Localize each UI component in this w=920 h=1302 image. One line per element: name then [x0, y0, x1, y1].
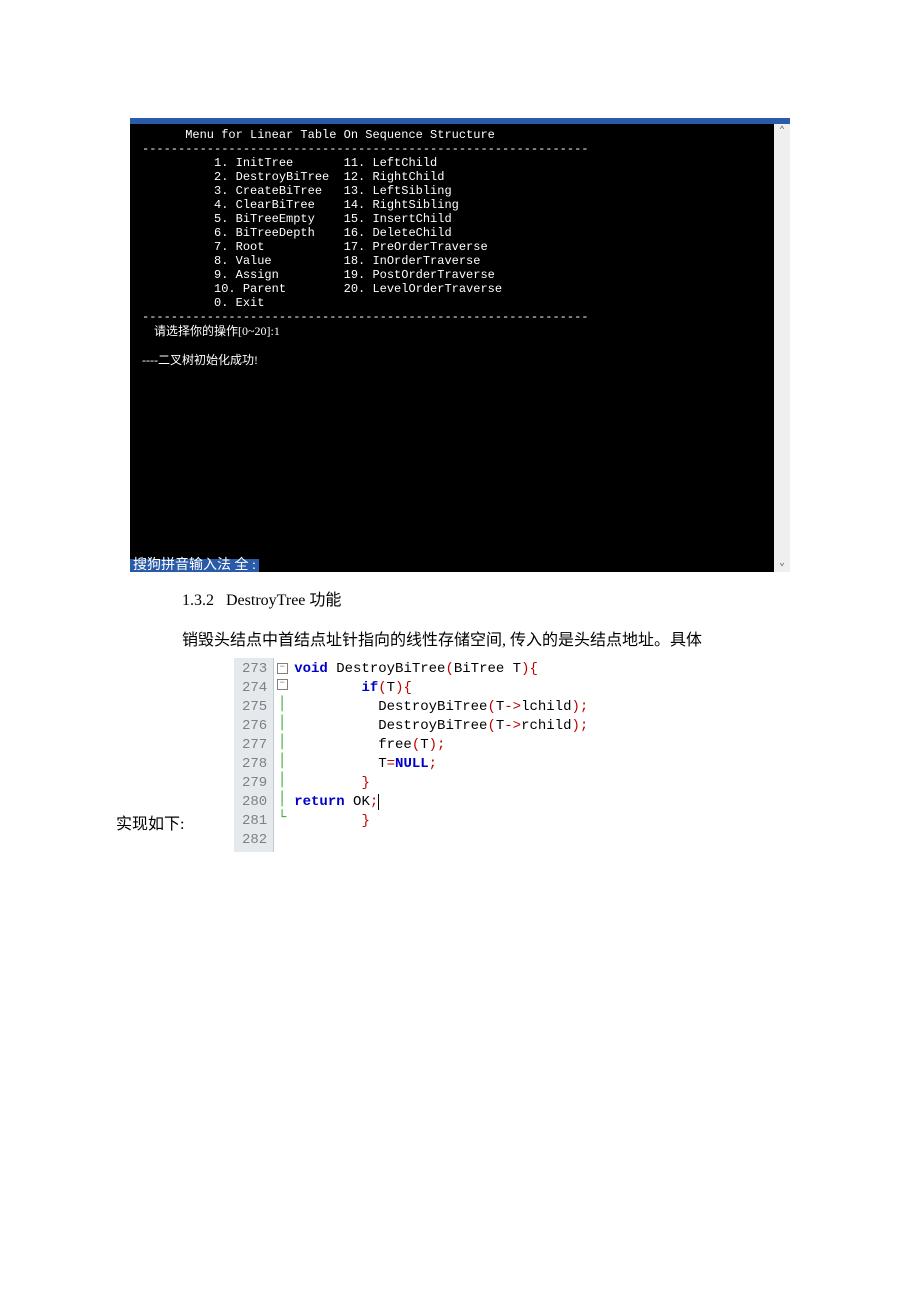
- code-line: DestroyBiTree(T->lchild);: [294, 698, 588, 717]
- line-no: 281: [242, 812, 267, 831]
- impl-label: 实现如下:: [116, 810, 184, 834]
- section-number: 1.3.2: [182, 592, 214, 609]
- ime-bar[interactable]: 搜狗拼音输入法 全 :: [130, 559, 259, 572]
- scroll-up-icon[interactable]: ⌃: [774, 124, 790, 140]
- code-body: void DestroyBiTree(BiTree T){ if(T){ Des…: [290, 658, 592, 852]
- fold-bar: │: [274, 752, 290, 771]
- fold-bar: │: [274, 771, 290, 790]
- code-gutter: 273274275276277278279280281282: [234, 658, 274, 852]
- code-line: free(T);: [294, 736, 588, 755]
- line-no: 279: [242, 774, 267, 793]
- fold-bar: │: [274, 733, 290, 752]
- prompt-line: 请选择你的操作[0~20]:1: [142, 324, 280, 338]
- fold-end-icon: └: [274, 809, 290, 828]
- code-line: if(T){: [294, 679, 588, 698]
- console-window: ⌃ ⌄ Menu for Linear Table On Sequence St…: [130, 118, 790, 572]
- line-no: 273: [242, 660, 267, 679]
- line-no: 276: [242, 717, 267, 736]
- result-line: ----二叉树初始化成功!: [142, 353, 258, 367]
- paragraph: 销毁头结点中首结点址针指向的线性存储空间, 传入的是头结点地址。具体: [182, 628, 790, 654]
- code-line: }: [294, 812, 588, 831]
- console-titlebar: [130, 118, 790, 124]
- line-no: 278: [242, 755, 267, 774]
- line-no: 280: [242, 793, 267, 812]
- scrollbar[interactable]: ⌃ ⌄: [774, 124, 790, 572]
- fold-bar: │: [274, 714, 290, 733]
- fold-minus-icon[interactable]: −: [277, 663, 288, 674]
- line-no: 275: [242, 698, 267, 717]
- fold-bar: │: [274, 790, 290, 809]
- console-content: Menu for Linear Table On Sequence Struct…: [142, 128, 764, 424]
- console-header: Menu for Linear Table On Sequence Struct…: [142, 128, 495, 142]
- menu-block: 1. InitTree 11. LeftChild 2. DestroyBiTr…: [142, 156, 502, 310]
- fold-bar: │: [274, 695, 290, 714]
- fold-minus-icon[interactable]: −: [277, 679, 288, 690]
- code-line: return OK;: [294, 793, 588, 812]
- code-region: 实现如下: 273274275276277278279280281282 −−│…: [234, 658, 648, 852]
- divider-top: ----------------------------------------…: [142, 142, 588, 156]
- line-no: 274: [242, 679, 267, 698]
- divider-bottom: ----------------------------------------…: [142, 310, 588, 324]
- code-line: [294, 831, 588, 850]
- code-fold-column: −−││││││└: [274, 658, 290, 852]
- code-line: void DestroyBiTree(BiTree T){: [294, 660, 588, 679]
- code-line: T=NULL;: [294, 755, 588, 774]
- line-no: 282: [242, 831, 267, 850]
- section-title: DestroyTree 功能: [226, 592, 341, 609]
- code-line: DestroyBiTree(T->rchild);: [294, 717, 588, 736]
- line-no: 277: [242, 736, 267, 755]
- scroll-down-icon[interactable]: ⌄: [774, 556, 790, 572]
- code-block: 273274275276277278279280281282 −−││││││└…: [234, 658, 648, 852]
- section-heading: 1.3.2 DestroyTree 功能: [182, 586, 790, 610]
- fold-empty: [274, 828, 290, 847]
- code-line: }: [294, 774, 588, 793]
